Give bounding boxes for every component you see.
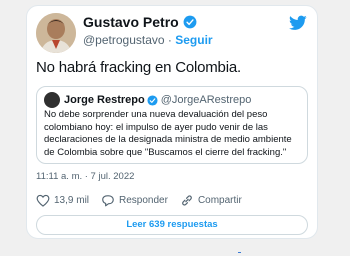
tweet-actions: 13,9 mil Responder Compartir: [36, 194, 254, 207]
quoted-tweet-text: No debe sorprender una nueva devaluación…: [44, 109, 292, 158]
like-action[interactable]: 13,9 mil: [36, 194, 89, 207]
follow-button[interactable]: Seguir: [175, 33, 212, 47]
reply-action[interactable]: Responder: [101, 194, 168, 207]
verified-badge-icon: [183, 15, 197, 29]
quoted-author-name[interactable]: Jorge Restrepo: [64, 94, 145, 106]
share-link-icon: [182, 195, 192, 206]
quoted-author-avatar[interactable]: [44, 92, 60, 108]
quoted-author-handle[interactable]: @JorgeARestrepo: [161, 94, 252, 106]
reply-label: Responder: [119, 195, 168, 206]
author-avatar[interactable]: [36, 13, 76, 53]
embedded-tweet-card: Gustavo Petro @petrogustavo · Seguir No …: [26, 5, 318, 239]
share-action[interactable]: Compartir: [180, 194, 242, 207]
twitter-bird-icon[interactable]: [289, 15, 307, 31]
share-label: Compartir: [197, 195, 242, 206]
handle-separator: ·: [164, 33, 176, 47]
read-replies-button[interactable]: Leer 639 respuestas: [36, 215, 308, 235]
author-name[interactable]: Gustavo Petro: [83, 14, 179, 30]
page-divider-dot: [238, 252, 241, 253]
heart-icon: [36, 194, 50, 207]
quoted-tweet[interactable]: Jorge Restrepo @JorgeARestrepo No debe s…: [36, 86, 308, 164]
tweet-timestamp[interactable]: 11:11 a. m. · 7 jul. 2022: [36, 171, 134, 182]
verified-badge-icon: [147, 94, 158, 106]
tweet-text: No habrá fracking en Colombia.: [36, 59, 241, 76]
author-handle[interactable]: @petrogustavo: [83, 33, 165, 47]
like-count: 13,9 mil: [54, 195, 90, 206]
reply-icon: [102, 195, 114, 207]
